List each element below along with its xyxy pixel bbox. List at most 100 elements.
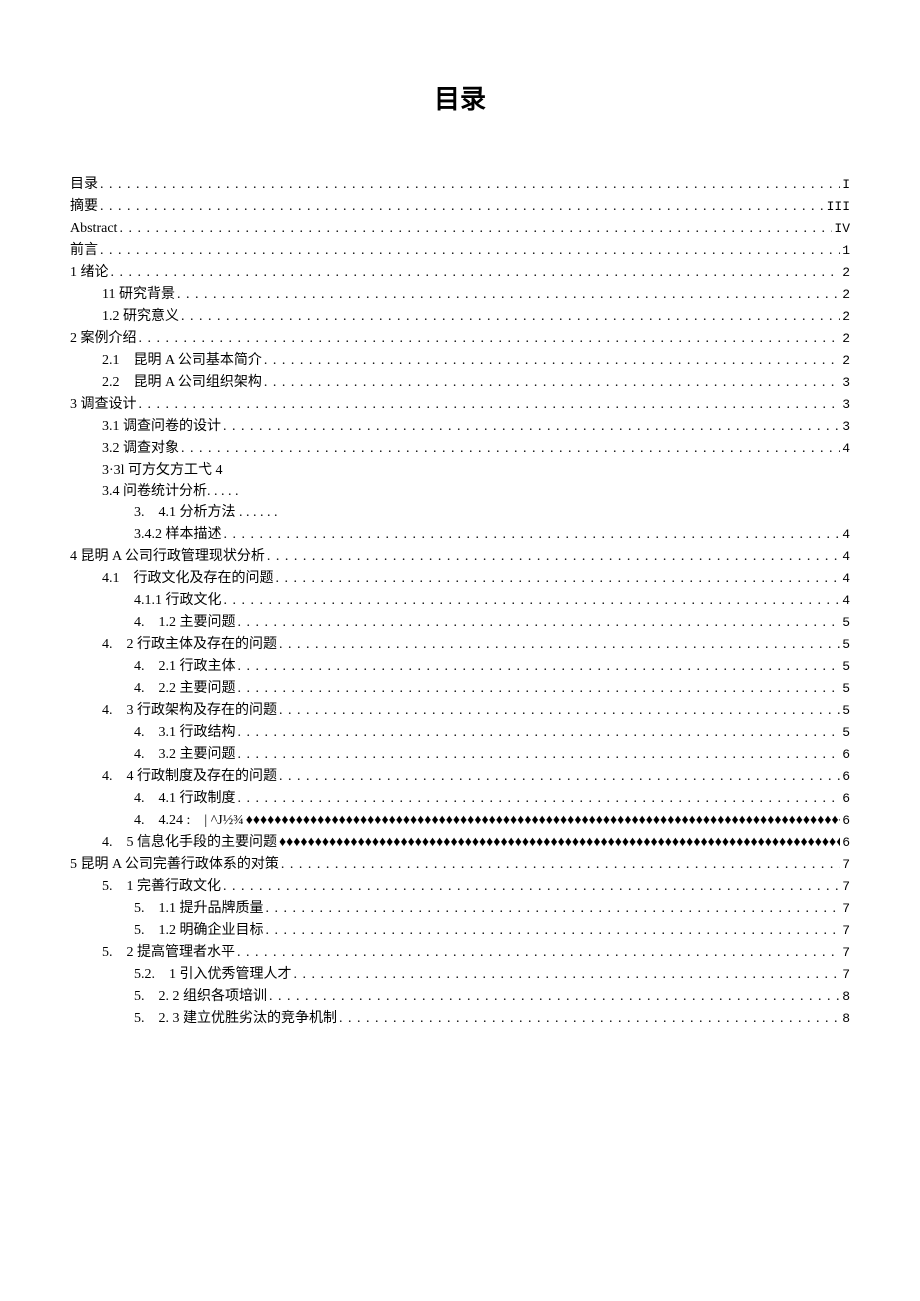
toc-entry: 3.4.2 样本描述4	[70, 524, 850, 545]
toc-entry-label: 4 昆明 A 公司行政管理现状分析	[70, 546, 265, 567]
toc-leader	[246, 810, 840, 831]
toc-entry: 4. 2.2 主要问题 5	[70, 678, 850, 699]
toc-entry-label: 2.2 昆明 A 公司组织架构	[102, 372, 262, 393]
toc-entry-page: IV	[834, 219, 850, 239]
toc-leader	[223, 876, 840, 897]
toc-entry-page: 5	[842, 657, 850, 677]
toc-entry-page: 7	[842, 899, 850, 919]
toc-entry-page: 6	[842, 745, 850, 765]
toc-entry-page: 2	[842, 329, 850, 349]
toc-entry: 3. 4.1 分析方法 . . . . . .	[70, 502, 850, 523]
toc-entry-label: 4. 5 信息化手段的主要问题	[102, 832, 277, 853]
toc-entry-label: 4. 4.1 行政制度	[134, 788, 236, 809]
toc-entry-label: 1.2 研究意义	[102, 306, 179, 327]
toc-entry: 5. 2. 2 组织各项培训8	[70, 986, 850, 1007]
toc-entry: 4. 4.24 : | ^J½¾ 6	[70, 810, 850, 831]
toc-entry-page: 5	[842, 679, 850, 699]
toc-leader	[224, 590, 841, 611]
toc-entry-label: 3 调查设计	[70, 394, 137, 415]
toc-entry-label: 4. 2.2 主要问题	[134, 678, 236, 699]
toc-entry-label: 4. 3.2 主要问题	[134, 744, 236, 765]
toc-entry-label: 4. 4 行政制度及存在的问题	[102, 766, 277, 787]
toc-entry-page: 2	[842, 263, 850, 283]
toc-entry-label: 1 绪论	[70, 262, 109, 283]
toc-entry: 摘要III	[70, 196, 850, 217]
toc-entry-label: 5. 2 提高管理者水平	[102, 942, 235, 963]
toc-entry-label: 3.1 调查问卷的设计	[102, 416, 221, 437]
toc-leader	[279, 634, 840, 655]
toc-leader	[238, 722, 841, 743]
toc-entry-page: 7	[842, 965, 850, 985]
toc-entry: 4. 2 行政主体及存在的问题 5	[70, 634, 850, 655]
toc-leader	[139, 328, 841, 349]
toc-entry-page: 3	[842, 395, 850, 415]
toc-entry-label: 3.2 调查对象	[102, 438, 179, 459]
toc-entry-label: 前言	[70, 240, 98, 261]
toc-leader	[267, 546, 840, 567]
toc-leader	[181, 306, 840, 327]
toc-entry: 4. 5 信息化手段的主要问题 6	[70, 832, 850, 853]
toc-leader	[139, 394, 841, 415]
toc-leader	[238, 612, 841, 633]
toc-leader	[279, 766, 840, 787]
toc-leader	[111, 262, 841, 283]
toc-leader	[100, 174, 840, 195]
toc-entry: 5. 2 提高管理者水平7	[70, 942, 850, 963]
toc-leader	[264, 372, 840, 393]
toc-entry-page: 2	[842, 285, 850, 305]
toc-entry-label: 5. 2. 2 组织各项培训	[134, 986, 267, 1007]
toc-entry: 3 调查设计 3	[70, 394, 850, 415]
toc-entry: Abstract IV	[70, 218, 850, 239]
toc-leader	[224, 524, 841, 545]
toc-entry: 5. 2. 3 建立优胜劣汰的竞争机制8	[70, 1008, 850, 1029]
toc-entry-label: Abstract	[70, 218, 117, 239]
toc-leader	[279, 700, 840, 721]
toc-entry: 4.1.1 行政文化4	[70, 590, 850, 611]
toc-entry-page: I	[842, 175, 850, 195]
toc-entry-label: 5.2. 1 引入优秀管理人才	[134, 964, 292, 985]
page-title: 目录	[70, 80, 850, 119]
toc-entry-label: 4. 4.24 : | ^J½¾	[134, 810, 244, 831]
toc-entry-label: 5. 1.2 明确企业目标	[134, 920, 264, 941]
toc-entry-label: 5. 1.1 提升品牌质量	[134, 898, 264, 919]
toc-entry: 前言1	[70, 240, 850, 261]
toc-entry-label: 5. 2. 3 建立优胜劣汰的竞争机制	[134, 1008, 337, 1029]
toc-entry: 2.1 昆明 A 公司基本简介2	[70, 350, 850, 371]
toc-leader	[119, 218, 832, 239]
toc-leader	[266, 898, 841, 919]
toc-entry-page: 6	[842, 833, 850, 853]
toc-entry: 3.4 问卷统计分析. . . . .	[70, 481, 850, 502]
toc-entry: 1 绪论 2	[70, 262, 850, 283]
toc-entry: 4. 3.2 主要问题 6	[70, 744, 850, 765]
toc-entry-page: 5	[842, 635, 850, 655]
toc-entry-page: 7	[842, 855, 850, 875]
toc-entry-label: 4. 2 行政主体及存在的问题	[102, 634, 277, 655]
toc-entry: 5. 1.1 提升品牌质量 7	[70, 898, 850, 919]
toc-entry-label: 3·3l 可方攵方工弋 4	[102, 463, 223, 478]
toc-leader	[181, 438, 840, 459]
toc-entry: 4. 2.1 行政主体5	[70, 656, 850, 677]
toc-entry: 3·3l 可方攵方工弋 4	[70, 460, 850, 481]
toc-leader	[238, 656, 841, 677]
toc-entry-page: 6	[842, 811, 850, 831]
toc-leader	[223, 416, 840, 437]
toc-entry-page: 5	[842, 701, 850, 721]
toc-leader	[266, 920, 841, 941]
toc-entry-label: 摘要	[70, 196, 98, 217]
toc-entry-page: 7	[842, 877, 850, 897]
toc-entry: 3.2 调查对象4	[70, 438, 850, 459]
toc-entry-label: 3.4 问卷统计分析. . . . .	[102, 484, 239, 499]
toc-entry-page: 2	[842, 351, 850, 371]
toc-entry-page: 7	[842, 921, 850, 941]
toc-leader	[177, 284, 840, 305]
toc-entry-label: 4. 3 行政架构及存在的问题	[102, 700, 277, 721]
toc-entry: 5. 1 完善行政文化7	[70, 876, 850, 897]
toc-leader	[238, 744, 841, 765]
toc-entry-label: 5 昆明 A 公司完善行政体系的对策	[70, 854, 279, 875]
toc-leader	[269, 986, 840, 1007]
toc-entry-page: 4	[842, 525, 850, 545]
toc-leader	[100, 196, 825, 217]
toc-entry: 4.1 行政文化及存在的问题4	[70, 568, 850, 589]
toc-entry: 2 案例介绍2	[70, 328, 850, 349]
toc-entry-page: 6	[842, 767, 850, 787]
